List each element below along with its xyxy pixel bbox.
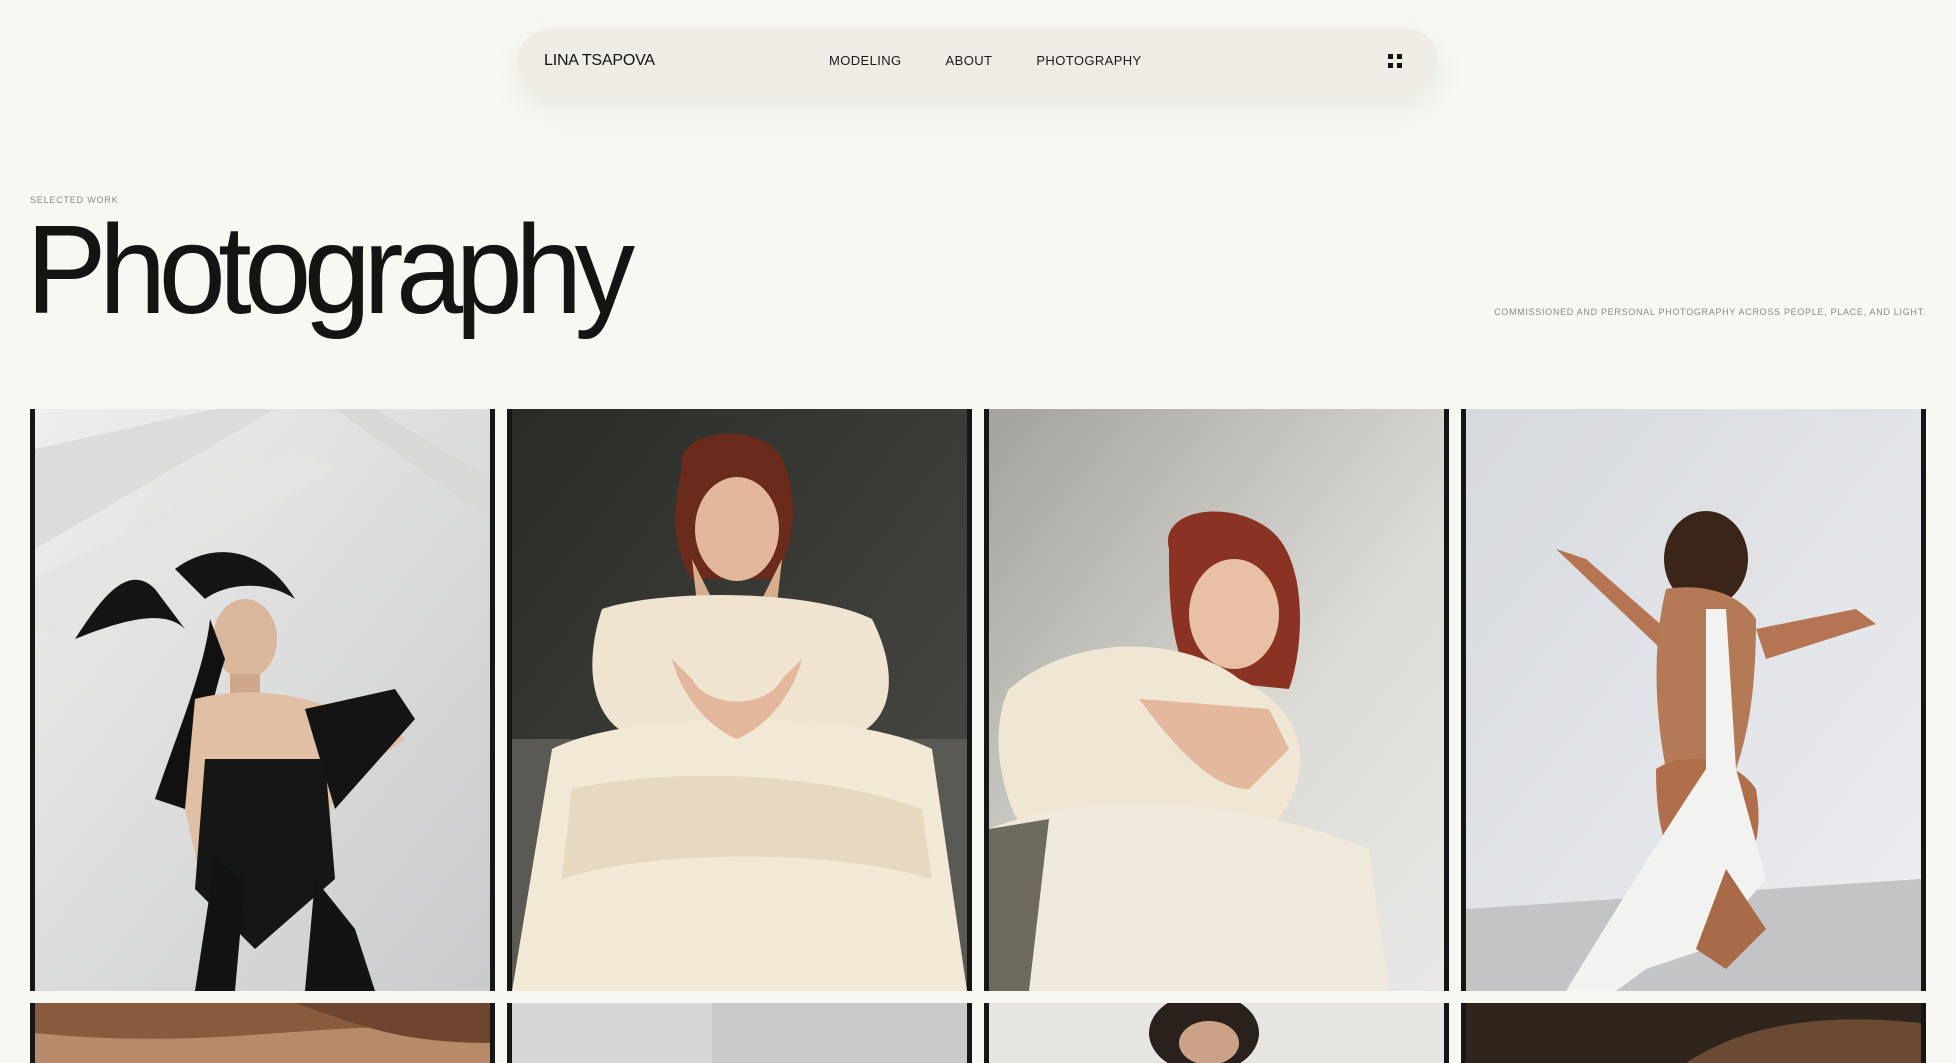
photo-image	[1466, 1003, 1921, 1063]
nav-links: MODELING ABOUT PHOTOGRAPHY	[829, 29, 1142, 92]
photo-image	[1466, 409, 1921, 991]
photo-tile[interactable]	[984, 409, 1449, 991]
photo-image	[989, 1003, 1444, 1063]
photo-image	[35, 409, 490, 991]
page-tagline: COMMISSIONED AND PERSONAL PHOTOGRAPHY AC…	[1494, 307, 1926, 317]
photo-tile[interactable]	[30, 1003, 495, 1063]
photo-tile[interactable]	[507, 409, 972, 991]
photo-image	[989, 409, 1444, 991]
nav-link-about[interactable]: ABOUT	[946, 53, 993, 68]
page-title: Photography	[26, 199, 635, 340]
photo-tile[interactable]	[507, 1003, 972, 1063]
top-nav: LINA TSAPOVA MODELING ABOUT PHOTOGRAPHY	[518, 29, 1438, 92]
photo-image	[512, 1003, 967, 1063]
photo-grid	[30, 409, 1927, 1063]
grid-menu-icon	[1388, 54, 1402, 68]
photo-tile[interactable]	[1461, 409, 1926, 991]
photo-image	[512, 409, 967, 991]
nav-link-photography[interactable]: PHOTOGRAPHY	[1036, 53, 1141, 68]
photo-image	[35, 1003, 490, 1063]
nav-link-modeling[interactable]: MODELING	[829, 53, 902, 68]
photo-tile[interactable]	[1461, 1003, 1926, 1063]
brand-logo[interactable]: LINA TSAPOVA	[544, 29, 655, 92]
photo-tile[interactable]	[30, 409, 495, 991]
photo-tile[interactable]	[984, 1003, 1449, 1063]
menu-button[interactable]	[1383, 49, 1407, 73]
